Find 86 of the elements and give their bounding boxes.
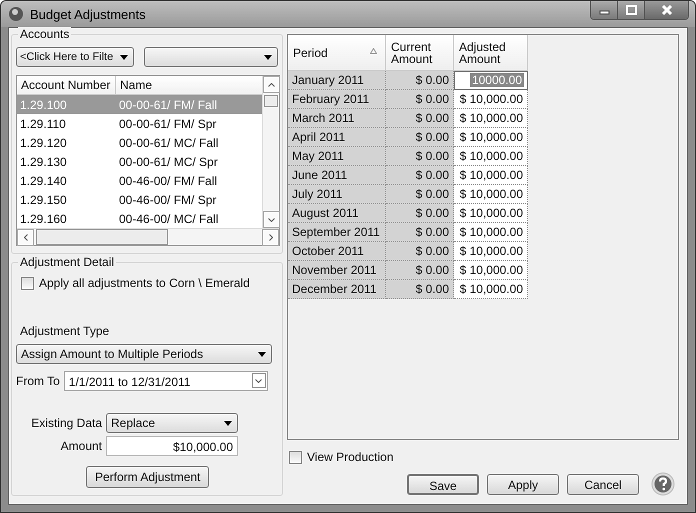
- scroll-thumb[interactable]: [264, 95, 278, 107]
- checkbox-label: Apply all adjustments to Corn \ Emerald: [39, 276, 250, 290]
- caret-icon: [258, 352, 266, 357]
- table-cell: $ 0.00: [386, 204, 454, 223]
- account-row[interactable]: 1.29.110 00-00-61/ FM/ Spr: [17, 114, 262, 133]
- table-cell: June 2011: [288, 166, 386, 185]
- table-cell: $ 10,000.00: [454, 223, 528, 242]
- table-cell: October 2011: [288, 242, 386, 261]
- scroll-thumb[interactable]: [36, 229, 168, 245]
- chevron-left-icon[interactable]: [24, 234, 28, 241]
- field-label: From To: [16, 374, 60, 388]
- group-title: Accounts: [18, 27, 72, 41]
- table-cell: $ 10,000.00: [454, 204, 528, 223]
- table-cell: $ 10,000.00: [454, 185, 528, 204]
- table-cell: $ 0.00: [386, 71, 454, 90]
- account-row[interactable]: 1.29.150 00-46-00/ FM/ Spr: [17, 190, 262, 209]
- table-cell: $ 10,000.00: [454, 128, 528, 147]
- dialog-button[interactable]: Apply: [487, 474, 559, 494]
- table-cell: January 2011: [288, 71, 386, 90]
- table-cell: December 2011: [288, 280, 386, 299]
- column-header[interactable]: Account Number: [17, 76, 116, 94]
- table-cell: $ 0.00: [386, 280, 454, 299]
- checkbox[interactable]: [21, 276, 34, 290]
- account-row[interactable]: 1.29.140 00-46-00/ FM/ Fall: [17, 171, 262, 190]
- table-cell: $ 10,000.00: [454, 109, 528, 128]
- cell-input-field[interactable]: 10000.00: [454, 71, 528, 90]
- chevron-right-icon[interactable]: [268, 234, 272, 241]
- date-range-field[interactable]: 1/1/2011 to 12/31/2011: [64, 371, 268, 391]
- account-row[interactable]: 1.29.120 00-00-61/ MC/ Fall: [17, 133, 262, 152]
- table-cell: August 2011: [288, 204, 386, 223]
- table-cell: $ 10,000.00: [454, 147, 528, 166]
- table-cell: $ 0.00: [386, 242, 454, 261]
- table-cell: April 2011: [288, 128, 386, 147]
- column-header[interactable]: Current Amount: [386, 35, 454, 71]
- table-cell: $ 0.00: [386, 185, 454, 204]
- table-cell: February 2011: [288, 90, 386, 109]
- vertical-scrollbar[interactable]: [262, 76, 279, 228]
- existing-data-dropdown[interactable]: Replace: [106, 413, 238, 433]
- chevron-down-icon[interactable]: [268, 218, 275, 222]
- group-title: Adjustment Detail: [18, 255, 116, 269]
- filter-value-dropdown[interactable]: [144, 47, 278, 67]
- chevron-down-icon: [255, 378, 262, 382]
- table-cell: $ 0.00: [386, 223, 454, 242]
- table-cell: $ 0.00: [386, 147, 454, 166]
- caret-icon: [264, 55, 272, 60]
- window-title: Budget Adjustments: [30, 6, 146, 22]
- table-cell: $ 10,000.00: [454, 242, 528, 261]
- perform-adjustment-button[interactable]: Perform Adjustment: [86, 466, 210, 488]
- table-cell: March 2011: [288, 109, 386, 128]
- table-cell: May 2011: [288, 147, 386, 166]
- caret-icon: [120, 55, 128, 60]
- table-cell: $ 10,000.00: [454, 90, 528, 109]
- close-icon[interactable]: [660, 5, 674, 15]
- field-label: Existing Data: [30, 416, 102, 430]
- adjustment-type-dropdown[interactable]: Assign Amount to Multiple Periods: [16, 344, 272, 364]
- table-cell: $ 0.00: [386, 261, 454, 280]
- sort-icon: [370, 48, 377, 54]
- table-cell: $ 10,000.00: [454, 261, 528, 280]
- field-label: Adjustment Type: [20, 324, 110, 338]
- help-icon[interactable]: [651, 472, 675, 496]
- amount-field[interactable]: $10,000.00: [106, 436, 238, 456]
- horizontal-scrollbar[interactable]: [17, 228, 279, 245]
- table-cell: September 2011: [288, 223, 386, 242]
- filter-dropdown[interactable]: <Click Here to Filte: [16, 47, 134, 67]
- table-cell: $ 0.00: [386, 90, 454, 109]
- table-cell: July 2011: [288, 185, 386, 204]
- account-row[interactable]: 1.29.130 00-00-61/ MC/ Spr: [17, 152, 262, 171]
- dialog-button[interactable]: Cancel: [567, 474, 639, 494]
- table-cell: $ 0.00: [386, 166, 454, 185]
- caret-icon: [224, 421, 232, 426]
- column-header[interactable]: Period: [288, 35, 386, 71]
- table-cell: November 2011: [288, 261, 386, 280]
- column-header[interactable]: Name: [116, 76, 156, 94]
- table-cell: $ 10,000.00: [454, 280, 528, 299]
- account-row[interactable]: 1.29.160 00-46-00/ MC/ Fall: [17, 209, 262, 228]
- dialog-button[interactable]: Save: [407, 474, 479, 494]
- app-icon: [8, 6, 24, 22]
- checkbox-label: View Production: [307, 450, 394, 464]
- chevron-up-icon[interactable]: [268, 82, 275, 86]
- column-header[interactable]: Adjusted Amount: [454, 35, 528, 71]
- table-cell: $ 0.00: [386, 128, 454, 147]
- field-label: Amount: [60, 439, 102, 453]
- table-cell: $ 10,000.00: [454, 166, 528, 185]
- table-cell: $ 0.00: [386, 109, 454, 128]
- maximize-icon[interactable]: [625, 5, 637, 15]
- checkbox[interactable]: [289, 450, 302, 464]
